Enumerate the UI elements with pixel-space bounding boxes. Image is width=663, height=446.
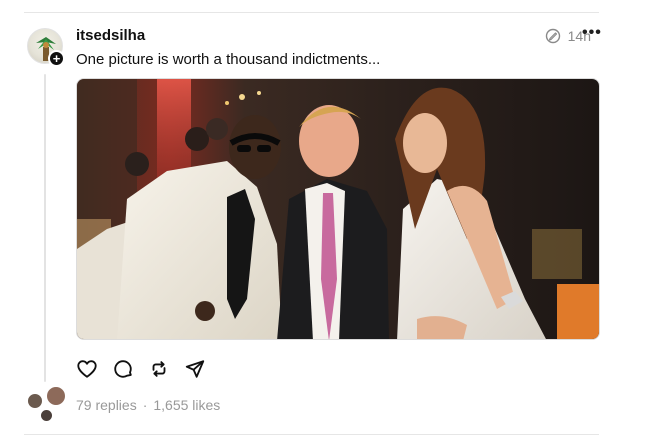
reply-avatar [40,409,53,422]
more-icon[interactable]: ••• [582,24,602,42]
comment-icon[interactable] [112,358,134,380]
action-bar [76,358,206,380]
thread-line [44,74,46,382]
edit-clock-icon [545,28,561,44]
heart-icon[interactable] [76,358,98,380]
reply-avatar [27,393,43,409]
send-icon[interactable] [184,358,206,380]
post-stats: 79 replies · 1,655 likes [76,397,220,413]
replies-count[interactable]: 79 replies [76,397,137,413]
likes-count[interactable]: 1,655 likes [153,397,220,413]
username[interactable]: itsedsilha [76,27,145,44]
reply-avatar [46,386,66,406]
post-caption: One picture is worth a thousand indictme… [76,51,381,68]
repost-icon[interactable] [148,358,170,380]
top-divider [24,12,599,13]
post-image[interactable] [76,78,600,340]
follow-button[interactable]: + [48,50,65,67]
stats-separator: · [142,397,148,413]
bottom-divider [24,434,599,435]
